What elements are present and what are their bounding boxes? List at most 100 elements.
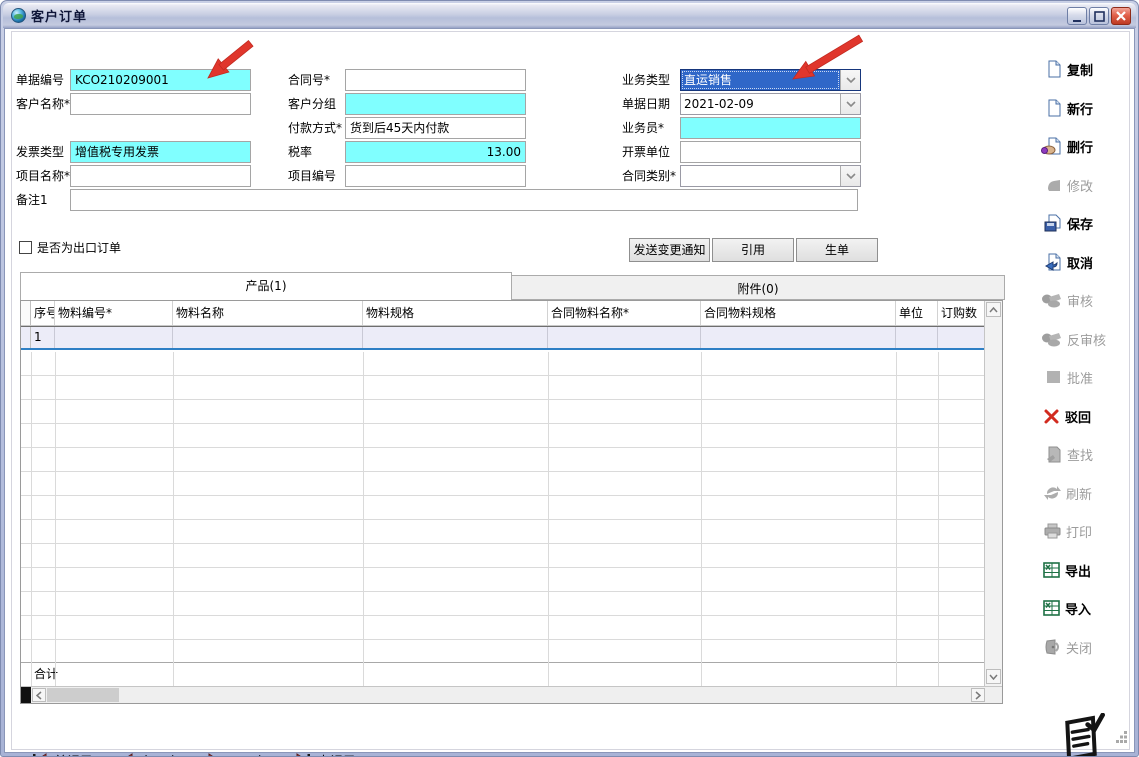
nav-next-button[interactable]: 下一个: [207, 751, 266, 757]
cell-unit[interactable]: [896, 327, 938, 348]
export-order-checkbox[interactable]: 是否为出口订单: [19, 239, 121, 256]
field-label-salesman: 业务员*: [622, 117, 664, 139]
field-label-invoicing-unit: 开票单位: [622, 141, 670, 163]
customer-order-window: 客户订单 单据编号 KCO210209001 客户名称* 发票类型 增值税专用发…: [0, 0, 1139, 757]
contract-category-value: [681, 166, 840, 186]
total-label: 合计: [21, 667, 58, 681]
cell-material-no[interactable]: [55, 327, 173, 348]
customer-group-input[interactable]: [345, 93, 526, 115]
checkbox-icon[interactable]: [19, 241, 32, 254]
grid-row-selected[interactable]: 1: [21, 326, 984, 350]
reference-button[interactable]: 引用: [712, 238, 794, 262]
chevron-down-icon[interactable]: [840, 166, 860, 186]
modify-icon: [1045, 176, 1063, 194]
toolbar-newrow-button[interactable]: 新行: [1045, 96, 1137, 120]
minimize-button[interactable]: [1067, 7, 1087, 25]
toolbar-reject-button[interactable]: 驳回: [1043, 404, 1135, 428]
scrollbar-thumb[interactable]: [47, 688, 119, 702]
chevron-down-icon[interactable]: [840, 94, 860, 114]
maximize-button[interactable]: [1089, 7, 1109, 25]
taxrate-input[interactable]: 13.00: [345, 141, 526, 163]
cell-seq[interactable]: 1: [31, 327, 55, 348]
field-label-project-no: 项目编号: [288, 165, 336, 187]
last-record-icon: [295, 753, 311, 757]
toolbar-refresh-button: 刷新: [1043, 481, 1135, 505]
grid-empty-rows: [21, 352, 984, 662]
col-contract-material-spec: 合同物料规格: [701, 301, 896, 325]
cancel-icon: [1043, 253, 1063, 271]
cell-contract-material-spec[interactable]: [701, 327, 896, 348]
salesman-input[interactable]: [680, 117, 861, 139]
col-order-qty: 订购数: [938, 301, 984, 325]
toolbar-copy-button[interactable]: 复制: [1045, 57, 1137, 81]
customer-input[interactable]: [70, 93, 251, 115]
audit-icon: [1041, 291, 1063, 309]
col-material-no: 物料编号*: [55, 301, 173, 325]
col-contract-material-name: 合同物料名称*: [548, 301, 701, 325]
field-label-remark1: 备注1: [16, 189, 48, 211]
scroll-right-icon[interactable]: [971, 688, 985, 702]
toolbar-save-button[interactable]: 保存: [1043, 211, 1135, 235]
app-logo-icon: [1059, 713, 1109, 757]
excel-icon: [1043, 599, 1061, 617]
toolbar-import-button[interactable]: 导入: [1043, 596, 1135, 620]
contract-category-combo[interactable]: [680, 165, 861, 187]
col-material-spec: 物料规格: [363, 301, 548, 325]
titlebar[interactable]: 客户订单: [3, 3, 1136, 28]
horizontal-scrollbar[interactable]: [21, 686, 1002, 703]
scroll-down-icon[interactable]: [986, 669, 1001, 684]
toolbar-deleterow-button[interactable]: 删行: [1041, 134, 1133, 158]
cell-material-name[interactable]: [173, 327, 363, 348]
reject-x-icon: [1043, 407, 1061, 425]
toolbar-unaudit-button: 反审核: [1041, 327, 1133, 351]
grid-header-row: 序号 物料编号* 物料名称 物料规格 合同物料名称* 合同物料规格 单位 订购数: [21, 301, 984, 326]
scroll-up-icon[interactable]: [986, 302, 1001, 317]
biz-type-value: 直运销售: [681, 70, 840, 90]
window-title: 客户订单: [31, 6, 87, 25]
contract-no-input[interactable]: [345, 69, 526, 91]
toolbar-cancel-button[interactable]: 取消: [1043, 250, 1135, 274]
close-button[interactable]: [1111, 7, 1131, 25]
toolbar-modify-button: 修改: [1045, 173, 1137, 197]
remark1-input[interactable]: [70, 189, 858, 211]
row-selector[interactable]: [21, 327, 31, 348]
cell-contract-material-name[interactable]: [548, 327, 701, 348]
cell-material-spec[interactable]: [363, 327, 548, 348]
excel-icon: [1043, 561, 1061, 579]
doc-date-combo[interactable]: 2021-02-09: [680, 93, 861, 115]
resize-grip[interactable]: [1116, 731, 1128, 746]
nav-last-button[interactable]: 末记录: [295, 751, 356, 757]
unaudit-icon: [1041, 330, 1063, 348]
project-no-input[interactable]: [345, 165, 526, 187]
chevron-down-icon[interactable]: [840, 70, 860, 90]
vertical-scrollbar[interactable]: [984, 301, 1002, 686]
first-record-icon: [32, 753, 48, 757]
door-icon: [1043, 638, 1062, 656]
invoicing-unit-input[interactable]: [680, 141, 861, 163]
docno-input[interactable]: KCO210209001: [70, 69, 251, 91]
toolbar-audit-button: 审核: [1041, 288, 1133, 312]
order-lines-grid: 序号 物料编号* 物料名称 物料规格 合同物料名称* 合同物料规格 单位 订购数…: [20, 300, 1003, 704]
tab-products[interactable]: 产品(1): [20, 272, 512, 300]
nav-first-button[interactable]: 首记录: [32, 751, 93, 757]
field-label-taxrate: 税率: [288, 141, 312, 163]
payment-input[interactable]: 货到后45天内付款: [345, 117, 526, 139]
send-change-button[interactable]: 发送变更通知: [629, 238, 710, 262]
nav-previous-button[interactable]: 上一个: [120, 751, 179, 757]
approve-icon: [1045, 368, 1063, 386]
toolbar-export-button[interactable]: 导出: [1043, 558, 1135, 582]
project-name-input[interactable]: [70, 165, 251, 187]
save-icon: [1043, 214, 1063, 232]
refresh-icon: [1043, 484, 1062, 502]
page-icon: [1045, 60, 1063, 78]
tab-attachments[interactable]: 附件(0): [512, 275, 1005, 300]
grid-selector-header: [21, 301, 31, 325]
scroll-left-icon[interactable]: [32, 688, 46, 702]
cell-order-qty[interactable]: [938, 327, 984, 348]
field-label-payment: 付款方式*: [288, 117, 342, 139]
field-label-doc-date: 单据日期: [622, 93, 670, 115]
biz-type-combo[interactable]: 直运销售: [680, 69, 861, 91]
generate-order-button[interactable]: 生单: [796, 238, 878, 262]
invoice-type-input[interactable]: 增值税专用发票: [70, 141, 251, 163]
col-unit: 单位: [896, 301, 938, 325]
